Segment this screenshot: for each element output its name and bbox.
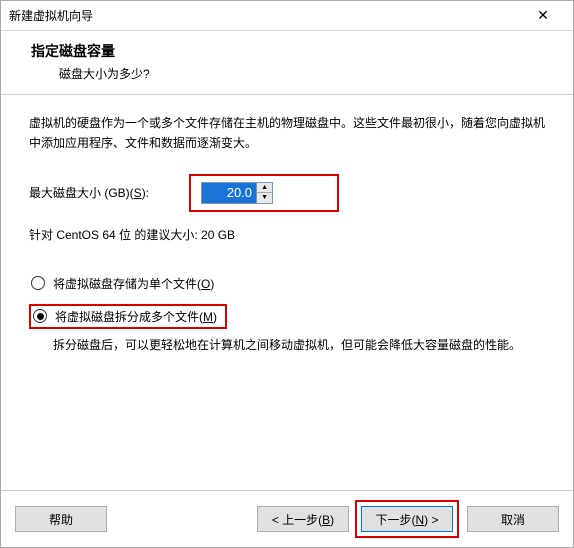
radio-single-file-label: 将虚拟磁盘存储为单个文件(O) (53, 275, 214, 292)
radio-split-description: 拆分磁盘后，可以更轻松地在计算机之间移动虚拟机，但可能会降低大容量磁盘的性能。 (53, 335, 545, 355)
next-button[interactable]: 下一步(N) > (361, 506, 453, 532)
spinner-up-icon[interactable]: ▲ (257, 183, 272, 194)
back-button[interactable]: < 上一步(B) (257, 506, 349, 532)
disk-size-label: 最大磁盘大小 (GB)(S): (29, 184, 149, 201)
close-icon[interactable]: ✕ (523, 7, 563, 24)
help-button[interactable]: 帮助 (15, 506, 107, 532)
wizard-content: 虚拟机的硬盘作为一个或多个文件存储在主机的物理磁盘中。这些文件最初很小，随着您向… (1, 95, 573, 365)
recommended-size-text: 针对 CentOS 64 位 的建议大小: 20 GB (29, 226, 545, 243)
wizard-window: 新建虚拟机向导 ✕ 指定磁盘容量 磁盘大小为多少? 虚拟机的硬盘作为一个或多个文… (0, 0, 574, 548)
wizard-header: 指定磁盘容量 磁盘大小为多少? (1, 31, 573, 95)
radio-single-file[interactable]: 将虚拟磁盘存储为单个文件(O) (29, 271, 545, 296)
disk-size-highlight: ▲ ▼ (189, 174, 339, 212)
radio-split-files[interactable]: 将虚拟磁盘拆分成多个文件(M) (29, 304, 227, 329)
titlebar: 新建虚拟机向导 ✕ (1, 1, 573, 31)
wizard-footer: 帮助 < 上一步(B) 下一步(N) > 取消 (1, 490, 573, 547)
disk-storage-radio-group: 将虚拟磁盘存储为单个文件(O) 将虚拟磁盘拆分成多个文件(M) 拆分磁盘后，可以… (29, 271, 545, 355)
radio-icon (31, 276, 45, 290)
radio-icon (33, 309, 47, 323)
next-button-highlight: 下一步(N) > (355, 500, 459, 538)
disk-size-spinner: ▲ ▼ (201, 182, 273, 204)
disk-size-row: 最大磁盘大小 (GB)(S): ▲ ▼ (29, 174, 545, 212)
page-title: 指定磁盘容量 (31, 41, 557, 61)
description-text: 虚拟机的硬盘作为一个或多个文件存储在主机的物理磁盘中。这些文件最初很小，随着您向… (29, 113, 545, 154)
radio-split-files-label: 将虚拟磁盘拆分成多个文件(M) (55, 308, 217, 325)
disk-size-input[interactable] (202, 183, 256, 203)
page-subtitle: 磁盘大小为多少? (59, 65, 557, 82)
window-title: 新建虚拟机向导 (9, 7, 93, 24)
spinner-buttons: ▲ ▼ (256, 183, 272, 203)
cancel-button[interactable]: 取消 (467, 506, 559, 532)
spinner-down-icon[interactable]: ▼ (257, 193, 272, 203)
